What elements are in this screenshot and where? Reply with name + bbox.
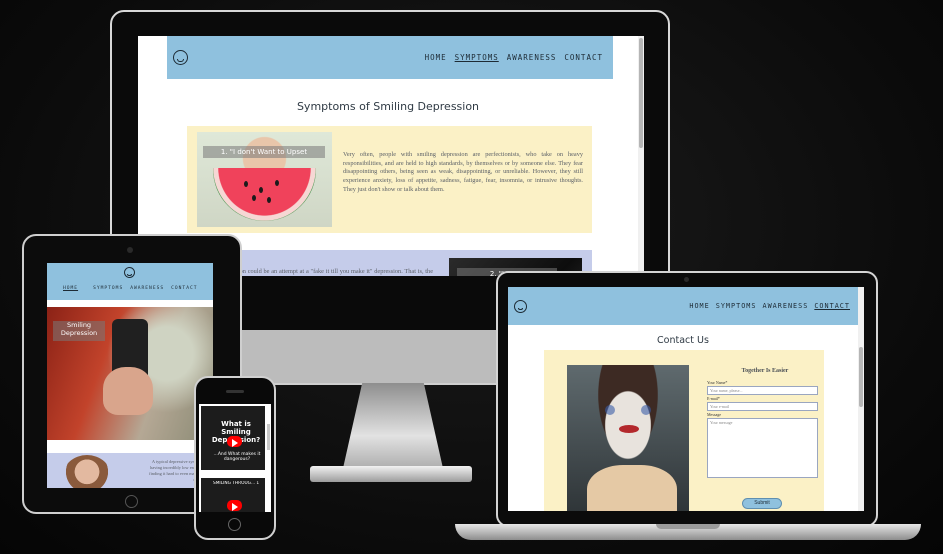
tablet-logo-smiley-icon[interactable] (124, 267, 135, 278)
contact-card: Together Is Easier Your Name* Your name,… (544, 350, 824, 511)
card-2-text: ssion could be an attempt at a "fake it … (233, 268, 433, 275)
tablet-screen: HOME SYMPTOMS AWARENESS CONTACT Smiling … (47, 263, 213, 488)
message-textarea[interactable]: Your message (707, 418, 818, 478)
hero-image: Smiling Depression (47, 307, 213, 440)
laptop-nav-contact[interactable]: CONTACT (814, 302, 850, 310)
card-1-caption: 1. "I don't Want to Upset (203, 146, 325, 158)
phone-home-button[interactable] (228, 518, 241, 531)
navbar: HOME SYMPTOMS AWARENESS CONTACT (167, 36, 613, 79)
tablet-home-button[interactable] (125, 495, 138, 508)
name-input[interactable]: Your name, please... (707, 386, 818, 395)
phone-screen: What is Smiling Depression? ...And What … (199, 404, 271, 512)
laptop-scrollbar[interactable] (858, 287, 864, 511)
laptop-scrollbar-thumb[interactable] (859, 347, 863, 407)
laptop-nav-symptoms[interactable]: SYMPTOMS (716, 302, 757, 310)
name-label: Your Name* (707, 380, 728, 385)
nav-symptoms[interactable]: SYMPTOMS (455, 53, 499, 62)
tablet-card-photo (63, 455, 111, 488)
video-card-2[interactable]: SMILING THROUG... 1 (201, 478, 265, 512)
nav-home[interactable]: HOME (425, 53, 447, 62)
laptop-logo-smiley-icon[interactable] (514, 299, 527, 313)
laptop-nav-awareness[interactable]: AWARENESS (763, 302, 809, 310)
youtube-play-icon-2[interactable] (227, 500, 242, 511)
hand-image (103, 367, 153, 415)
laptop-notch (656, 524, 720, 529)
tablet-card: A typical depressive symptom is having i… (47, 453, 213, 488)
scrollbar[interactable] (638, 36, 644, 276)
tablet-nav-home[interactable]: HOME (63, 286, 78, 291)
card-1-text: Very often, people with smiling depressi… (343, 151, 583, 193)
watermelon-photo: 1. "I don't Want to Upset (197, 132, 332, 227)
tablet-nav-contact[interactable]: CONTACT (171, 286, 197, 291)
page-title: Symptoms of Smiling Depression (296, 100, 480, 113)
phone-speaker (226, 390, 244, 393)
scrollbar-thumb[interactable] (639, 38, 643, 148)
symptom-card-1: 1. "I don't Want to Upset Very often, pe… (187, 126, 592, 233)
tablet-nav-symptoms[interactable]: SYMPTOMS (93, 286, 123, 291)
nav-awareness[interactable]: AWARENESS (507, 53, 557, 62)
hero-caption: Smiling Depression (53, 321, 105, 341)
email-label: E-mail* (707, 396, 720, 401)
phone-scrollbar[interactable] (267, 424, 270, 450)
email-input[interactable]: Your e-mail (707, 402, 818, 411)
video-card-1[interactable]: What is Smiling Depression? ...And What … (201, 406, 265, 470)
joker-portrait-image (567, 365, 689, 511)
contact-heading: Contact Us (657, 335, 709, 346)
imac-stand-neck (342, 383, 444, 471)
imac-stand-foot (310, 466, 472, 482)
laptop-navbar: HOME SYMPTOMS AWARENESS CONTACT (508, 287, 858, 325)
tablet-nav-awareness[interactable]: AWARENESS (130, 286, 164, 291)
video-1-subtitle: ...And What makes it dangerous? (213, 452, 261, 462)
tablet-navbar: HOME SYMPTOMS AWARENESS CONTACT (47, 263, 213, 300)
video-2-title: SMILING THROUG... 1 (213, 481, 260, 486)
submit-button[interactable]: Submit (742, 498, 782, 509)
laptop-camera (684, 277, 689, 282)
tablet-camera (127, 247, 133, 253)
logo-smiley-icon[interactable] (173, 50, 188, 65)
form-title: Together Is Easier (741, 368, 789, 374)
laptop-screen: HOME SYMPTOMS AWARENESS CONTACT Contact … (508, 287, 864, 511)
youtube-play-icon[interactable] (227, 436, 242, 447)
nav-contact[interactable]: CONTACT (564, 53, 603, 62)
laptop-nav-home[interactable]: HOME (689, 302, 709, 310)
message-label: Message (707, 412, 721, 417)
